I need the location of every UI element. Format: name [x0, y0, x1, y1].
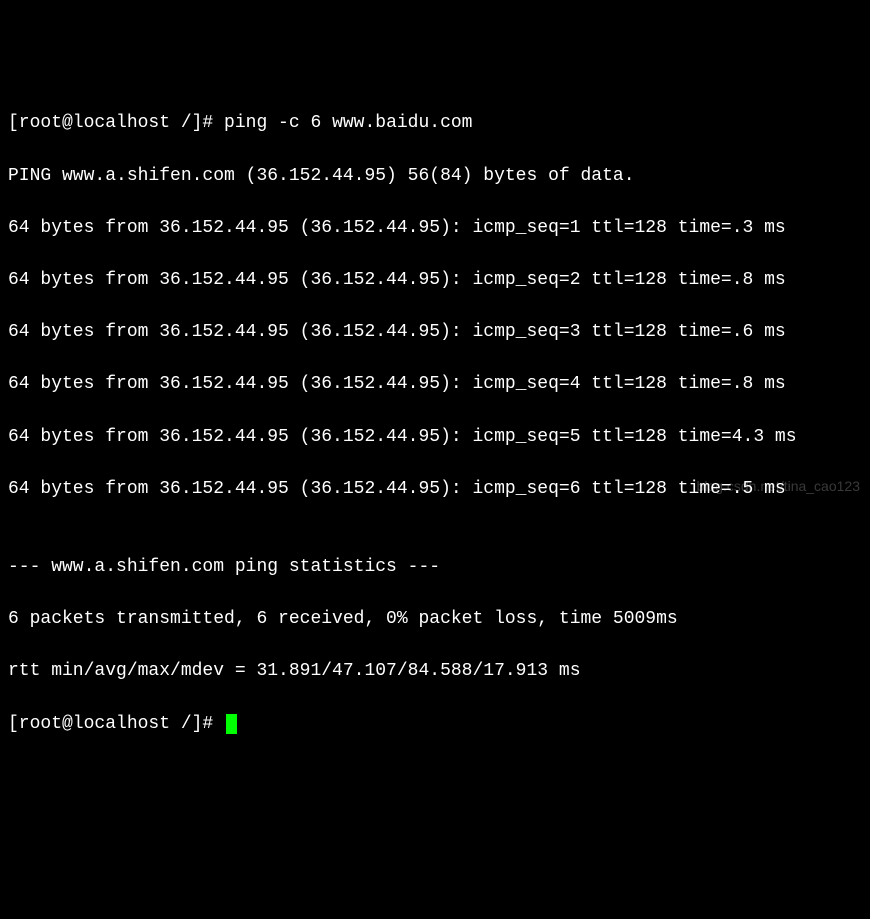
ping-reply: 64 bytes from 36.152.44.95 (36.152.44.95… [8, 215, 862, 241]
ping-reply: 64 bytes from 36.152.44.95 (36.152.44.95… [8, 424, 862, 450]
ping-reply: 64 bytes from 36.152.44.95 (36.152.44.95… [8, 319, 862, 345]
ping-stats-rtt: rtt min/avg/max/mdev = 31.891/47.107/84.… [8, 658, 862, 684]
ping-stats-summary: 6 packets transmitted, 6 received, 0% pa… [8, 606, 862, 632]
watermark-text: blog.csdn.net/tina_cao123 [697, 476, 860, 496]
ping-stats-header: --- www.a.shifen.com ping statistics --- [8, 554, 862, 580]
ping-header: PING www.a.shifen.com (36.152.44.95) 56(… [8, 163, 862, 189]
shell-prompt: [root@localhost /]# [8, 714, 224, 734]
prompt-line-2[interactable]: [root@localhost /]# [8, 711, 862, 737]
prompt-line-1[interactable]: [root@localhost /]# ping -c 6 www.baidu.… [8, 110, 862, 136]
shell-prompt: [root@localhost /]# [8, 113, 224, 133]
terminal-cursor[interactable] [226, 714, 237, 734]
ping-reply: 64 bytes from 36.152.44.95 (36.152.44.95… [8, 371, 862, 397]
typed-command: ping -c 6 www.baidu.com [224, 113, 472, 133]
ping-reply: 64 bytes from 36.152.44.95 (36.152.44.95… [8, 267, 862, 293]
